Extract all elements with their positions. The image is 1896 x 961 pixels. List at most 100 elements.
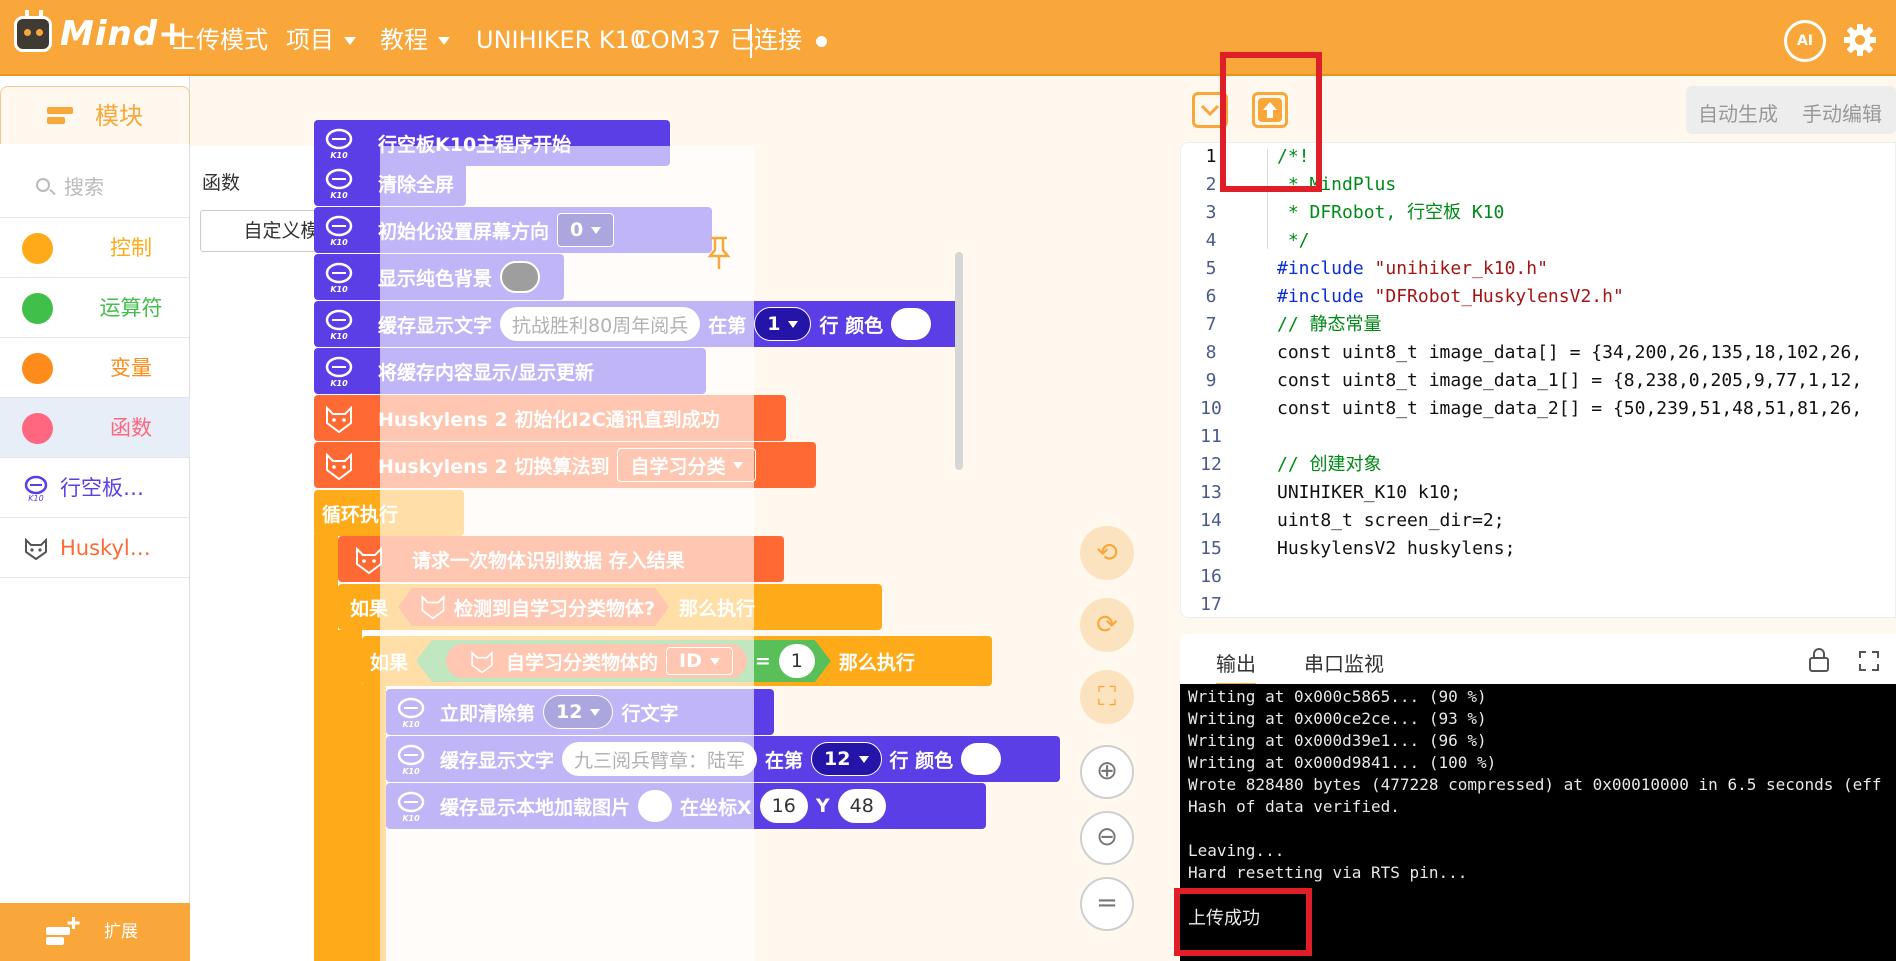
husky-icon bbox=[418, 591, 448, 621]
block-cache-display-text[interactable]: K10 缓存显示文字 抗战胜利80周年阅兵 在第 1 行 颜色 bbox=[314, 301, 962, 347]
zoom-out-button[interactable]: ⊖ bbox=[1080, 811, 1134, 865]
line-string: "DFRobot_HuskylensV2.h" bbox=[1363, 286, 1624, 307]
search-icon bbox=[36, 178, 50, 192]
pin-icon[interactable] bbox=[708, 236, 730, 270]
svg-text:K10: K10 bbox=[330, 285, 348, 294]
category-control[interactable]: 控制 bbox=[0, 218, 190, 278]
tab-blocks[interactable]: 模块 bbox=[0, 86, 190, 144]
block-clear-row-text[interactable]: K10 立即清除第 12 行文字 bbox=[386, 689, 774, 735]
category-operators[interactable]: 运算符 bbox=[0, 278, 190, 338]
crop-icon: ⛶ bbox=[1097, 682, 1117, 712]
tab-auto-generate[interactable]: 自动生成 bbox=[1698, 98, 1778, 127]
chevron-down-icon bbox=[590, 708, 601, 716]
extension-add-icon bbox=[46, 917, 80, 945]
category-dot-icon bbox=[22, 293, 53, 324]
if-arm-inner bbox=[362, 684, 386, 961]
k10-block-icon: K10 bbox=[325, 168, 353, 200]
category-huskylens[interactable]: Huskyl… bbox=[0, 518, 190, 578]
id-dropdown[interactable]: ID bbox=[666, 647, 733, 675]
line-number: 13 bbox=[1200, 482, 1222, 503]
block-search-input[interactable]: 搜索 bbox=[0, 156, 190, 218]
line-text: const uint8_t image_data[] = {34,200,26,… bbox=[1277, 342, 1863, 363]
board-selector[interactable]: UNIHIKER K10 bbox=[476, 22, 645, 58]
category-panel: 模块 搜索 控制 运算符 变量 函数 K10 行空板… Huskyl… 扩展 bbox=[0, 76, 190, 961]
undo-icon: ⟲ bbox=[1096, 538, 1118, 568]
screen-direction-dropdown[interactable]: 0 bbox=[557, 213, 615, 247]
row-dropdown[interactable]: 12 bbox=[543, 695, 614, 729]
menu-tutorial[interactable]: 教程 bbox=[380, 22, 450, 58]
block-label: 行文字 bbox=[621, 702, 679, 725]
line-number: 11 bbox=[1200, 426, 1222, 447]
connection-status[interactable]: 已连接 bbox=[730, 22, 827, 58]
category-dot-icon bbox=[22, 413, 53, 444]
zoom-reset-button[interactable]: = bbox=[1080, 877, 1134, 931]
block-cache-display-text-2[interactable]: K10 缓存显示文字 九三阅兵臂章：陆军 在第 12 行 颜色 bbox=[386, 736, 1060, 782]
equals-operator[interactable]: 自学习分类物体的 ID = 1 bbox=[416, 640, 831, 682]
block-workspace[interactable]: 函数 自定义模块 K10 行空板K10主程序开始 K10 清除全屏 K10 初始… bbox=[190, 76, 1168, 961]
dropdown-value: 1 bbox=[767, 313, 781, 335]
block-huskylens-init[interactable]: Huskylens 2 初始化I2C通讯直到成功 bbox=[314, 395, 786, 441]
text-input[interactable]: 九三阅兵臂章：陆军 bbox=[562, 742, 758, 776]
color-swatch-white[interactable] bbox=[891, 308, 932, 340]
block-forever-loop[interactable]: 循环执行 bbox=[314, 490, 464, 536]
line-number: 14 bbox=[1200, 510, 1222, 531]
block-if-id-equals[interactable]: 如果 自学习分类物体的 ID = 1 那么执行 bbox=[362, 636, 992, 686]
menu-project[interactable]: 项目 bbox=[286, 22, 356, 58]
lock-icon[interactable] bbox=[1808, 648, 1830, 672]
line-text: */ bbox=[1277, 230, 1310, 251]
y-input[interactable]: 48 bbox=[837, 789, 886, 823]
row-dropdown[interactable]: 1 bbox=[754, 307, 812, 341]
husky-icon bbox=[326, 405, 352, 434]
block-cache-load-image[interactable]: K10 缓存显示本地加载图片 在坐标X 16 Y 48 bbox=[386, 783, 986, 829]
port-selector[interactable]: COM37 bbox=[634, 22, 721, 58]
image-picker[interactable] bbox=[638, 790, 673, 822]
workspace-scrollbar[interactable] bbox=[955, 252, 963, 470]
reporter-object-id[interactable]: 自学习分类物体的 ID bbox=[446, 644, 747, 678]
category-variables[interactable]: 变量 bbox=[0, 338, 190, 398]
block-clear-screen[interactable]: K10 清除全屏 bbox=[314, 160, 466, 206]
block-show-cache[interactable]: K10 将缓存内容显示/显示更新 bbox=[314, 348, 706, 394]
category-dot-icon bbox=[22, 233, 53, 264]
block-label: 请求一次物体识别数据 存入结果 bbox=[412, 549, 685, 572]
crop-button[interactable]: ⛶ bbox=[1080, 670, 1134, 724]
tab-serial-monitor[interactable]: 串口监视 bbox=[1304, 648, 1384, 677]
block-label: 如果 bbox=[350, 597, 389, 620]
block-huskylens-switch-algorithm[interactable]: Huskylens 2 切换算法到 自学习分类 bbox=[314, 442, 816, 488]
category-unihiker-k10[interactable]: K10 行空板… bbox=[0, 458, 190, 518]
console-line: Writing at 0x000d39e1... (96 %) bbox=[1188, 731, 1487, 750]
x-input[interactable]: 16 bbox=[759, 789, 808, 823]
code-editor[interactable]: 1/*! 2 * MindPlus 3 * DFRobot, 行空板 K10 4… bbox=[1180, 142, 1896, 618]
svg-text:K10: K10 bbox=[330, 151, 348, 160]
block-label: 行空板K10主程序开始 bbox=[378, 133, 572, 156]
redo-icon: ⟳ bbox=[1096, 610, 1118, 640]
undo-button[interactable]: ⟲ bbox=[1080, 526, 1134, 580]
extensions-button[interactable]: 扩展 bbox=[0, 903, 190, 961]
dropdown-value: ID bbox=[679, 650, 702, 672]
tab-manual-edit[interactable]: 手动编辑 bbox=[1802, 98, 1882, 127]
color-swatch-black[interactable] bbox=[500, 261, 541, 293]
gear-icon[interactable] bbox=[1842, 22, 1878, 58]
redo-button[interactable]: ⟳ bbox=[1080, 598, 1134, 652]
row-dropdown[interactable]: 12 bbox=[811, 742, 882, 776]
line-keyword: #include bbox=[1277, 258, 1364, 279]
block-solid-background[interactable]: K10 显示纯色背景 bbox=[314, 254, 564, 300]
algorithm-dropdown[interactable]: 自学习分类 bbox=[617, 448, 757, 482]
expand-icon[interactable] bbox=[1858, 650, 1880, 672]
category-functions[interactable]: 函数 bbox=[0, 398, 190, 458]
husky-icon bbox=[468, 647, 496, 675]
tab-output[interactable]: 输出 bbox=[1216, 648, 1256, 686]
menu-upload-mode[interactable]: 上传模式 bbox=[172, 22, 268, 58]
block-request-detection[interactable]: 请求一次物体识别数据 存入结果 bbox=[338, 536, 784, 582]
text-input[interactable]: 抗战胜利80周年阅兵 bbox=[500, 307, 701, 341]
line-text: const uint8_t image_data_1[] = {8,238,0,… bbox=[1277, 370, 1863, 391]
line-text: const uint8_t image_data_2[] = {50,239,5… bbox=[1277, 398, 1863, 419]
block-if-detected[interactable]: 如果 检测到自学习分类物体? 那么执行 bbox=[338, 584, 882, 630]
block-label: 将缓存内容显示/显示更新 bbox=[378, 361, 594, 384]
number-input[interactable]: 1 bbox=[779, 644, 815, 678]
chevron-down-icon bbox=[438, 37, 450, 45]
block-init-screen-direction[interactable]: K10 初始化设置屏幕方向 0 bbox=[314, 207, 712, 253]
ai-assistant-button[interactable]: AI bbox=[1784, 20, 1826, 62]
color-swatch-white[interactable] bbox=[961, 743, 1002, 775]
zoom-in-button[interactable]: ⊕ bbox=[1080, 745, 1134, 799]
condition-detected[interactable]: 检测到自学习分类物体? bbox=[398, 588, 669, 626]
